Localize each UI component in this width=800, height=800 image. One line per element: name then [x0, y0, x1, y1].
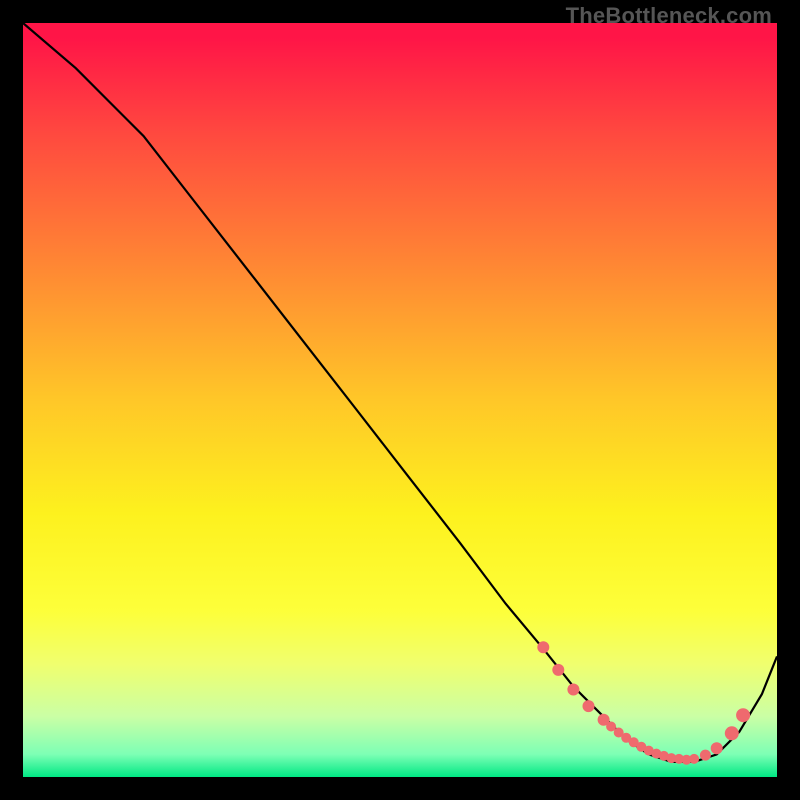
- chart-dot: [567, 684, 579, 696]
- chart-dot: [711, 742, 723, 754]
- chart-dot: [700, 750, 711, 761]
- chart-dot: [552, 664, 564, 676]
- chart-dot: [537, 641, 549, 653]
- chart-frame: [23, 23, 777, 777]
- chart-dot: [689, 754, 699, 764]
- chart-curve: [23, 23, 777, 762]
- chart-dot: [736, 708, 750, 722]
- chart-dot: [725, 726, 739, 740]
- watermark-text: TheBottleneck.com: [566, 3, 772, 29]
- chart-dots-group: [537, 641, 750, 764]
- chart-svg: [23, 23, 777, 777]
- chart-dot: [583, 700, 595, 712]
